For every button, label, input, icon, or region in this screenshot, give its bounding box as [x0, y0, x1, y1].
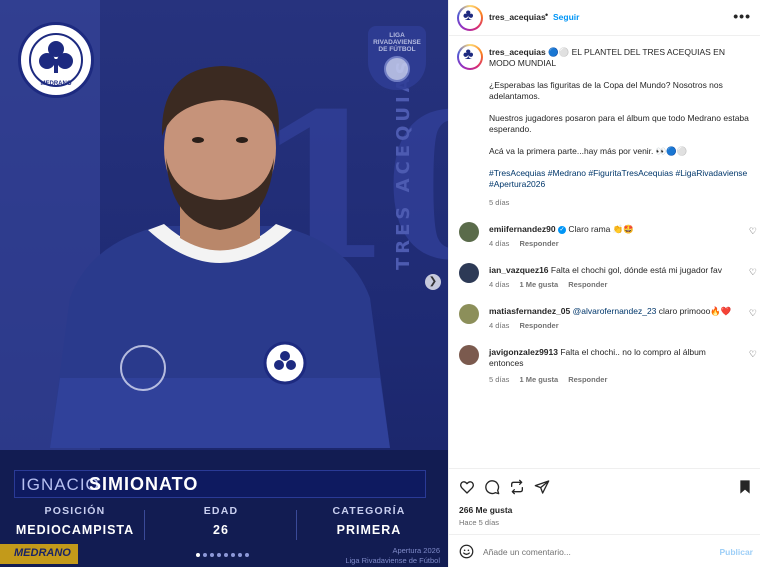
caption-paragraph: Acá va la primera parte...hay más por ve…: [489, 146, 688, 156]
season-league: Liga Rivadaviense de Fútbol: [345, 556, 440, 565]
club-avatar-icon: [459, 46, 481, 68]
player-photo: [50, 66, 390, 448]
verified-badge-icon: ✓: [558, 225, 566, 234]
commenter-username[interactable]: javigonzalez9913: [489, 347, 558, 357]
reply-button[interactable]: Responder: [568, 280, 607, 289]
header-separator: •: [545, 10, 549, 20]
comment-meta: 4 días 1 Me gusta Responder: [489, 280, 607, 289]
caption-paragraph: ¿Esperabas las figuritas de la Copa del …: [489, 80, 723, 101]
repost-icon[interactable]: [509, 479, 525, 495]
player-first-name: IGNACIO: [21, 475, 100, 494]
comment-item: ian_vazquez16 Falta el chochi gol, dónde…: [459, 263, 759, 295]
comment-text-block: ian_vazquez16 Falta el chochi gol, dónde…: [489, 265, 739, 276]
like-icon[interactable]: [459, 479, 475, 495]
stat-value-position: MEDIOCAMPISTA: [15, 523, 135, 537]
carousel-dot: [245, 553, 249, 557]
comment-like-icon[interactable]: ♡: [749, 267, 757, 278]
comment-text-block: matiasfernandez_05 @alvarofernandez_23 c…: [489, 306, 739, 317]
post-header: tres_acequias • Seguir •••: [449, 0, 760, 36]
comment-text: Claro rama 👏🤩: [568, 224, 634, 234]
commenter-avatar[interactable]: [459, 222, 479, 242]
emoji-icon[interactable]: [459, 544, 474, 559]
stat-label-age: EDAD: [203, 505, 239, 517]
add-comment-bar: Publicar: [449, 534, 760, 567]
comment-mention[interactable]: @alvarofernandez_23: [573, 306, 657, 316]
carousel-dot: [238, 553, 242, 557]
caption-avatar[interactable]: [457, 44, 483, 70]
carousel-dot: [196, 553, 200, 557]
carousel-dot: [203, 553, 207, 557]
comment-like-icon[interactable]: ♡: [749, 308, 757, 319]
carousel-indicator: [196, 553, 249, 557]
post-sidebar: tres_acequias • Seguir ••• tres_acequias…: [448, 0, 760, 567]
post-caption: tres_acequias 🔵⚪ EL PLANTEL DEL TRES ACE…: [489, 47, 751, 194]
comment-likes-count[interactable]: 1 Me gusta: [519, 375, 558, 384]
comment-like-icon[interactable]: ♡: [749, 226, 757, 237]
stat-label-position: POSICIÓN: [44, 505, 106, 517]
comment-meta: 5 días 1 Me gusta Responder: [489, 375, 607, 384]
carousel-dot: [210, 553, 214, 557]
comment-likes-count[interactable]: 1 Me gusta: [519, 280, 558, 289]
share-icon[interactable]: [534, 479, 550, 495]
comment-item: emiifernandez90 ✓ Claro rama 👏🤩 4 días Re…: [459, 222, 759, 254]
comment-text: Falta el chochi gol, dónde está mi jugad…: [550, 265, 722, 275]
comment-input[interactable]: [483, 543, 713, 560]
season-title: Apertura 2026: [392, 546, 440, 555]
caption-paragraph: Nuestros jugadores posaron para el álbum…: [489, 113, 749, 134]
comment-age: 4 días: [489, 239, 510, 248]
carousel-dot: [217, 553, 221, 557]
commenter-avatar[interactable]: [459, 304, 479, 324]
commenter-username[interactable]: matiasfernandez_05: [489, 306, 570, 316]
stat-divider: [144, 510, 145, 540]
comment-age: 5 días: [489, 375, 510, 384]
carousel-dot: [224, 553, 228, 557]
carousel-dot: [231, 553, 235, 557]
caption-username[interactable]: tres_acequias: [489, 47, 546, 57]
next-image-button[interactable]: ❯: [425, 274, 441, 290]
stat-value-category: PRIMERA: [336, 523, 402, 537]
season-info: Apertura 2026 Liga Rivadaviense de Fútbo…: [345, 546, 440, 566]
post-media[interactable]: 10 TRES ACEQUIAS MEDRANO Liga Rivadavien…: [0, 0, 448, 567]
comment-item: javigonzalez9913 Falta el chochi.. no lo…: [459, 345, 759, 387]
commenter-avatar[interactable]: [459, 263, 479, 283]
comment-like-icon[interactable]: ♡: [749, 349, 757, 360]
commenter-username[interactable]: ian_vazquez16: [489, 265, 549, 275]
club-avatar-icon: [459, 7, 481, 29]
author-avatar[interactable]: [457, 5, 483, 31]
publish-button[interactable]: Publicar: [719, 547, 753, 557]
caption-hashtags[interactable]: #TresAcequias #Medrano #FiguritaTresAceq…: [489, 168, 751, 190]
reply-button[interactable]: Responder: [568, 375, 607, 384]
comment-meta: 4 días Responder: [489, 321, 559, 330]
comment-icon[interactable]: [484, 479, 500, 495]
author-username[interactable]: tres_acequias: [489, 12, 546, 22]
comment-age: 4 días: [489, 321, 510, 330]
follow-button[interactable]: Seguir: [553, 12, 579, 22]
reply-button[interactable]: Responder: [519, 321, 558, 330]
commenter-avatar[interactable]: [459, 345, 479, 365]
reply-button[interactable]: Responder: [519, 239, 558, 248]
stat-value-age: 26: [213, 523, 229, 537]
player-last-name: SIMIONATO: [89, 474, 199, 494]
more-options-icon[interactable]: •••: [733, 8, 751, 24]
sponsor-logo: MEDRANO: [0, 544, 78, 564]
player-name-bar: IGNACIO SIMIONATO: [14, 470, 426, 498]
post-actions: 266 Me gusta Hace 5 días: [449, 468, 760, 534]
stat-label-category: CATEGORÍA: [332, 505, 406, 517]
likes-count[interactable]: 266 Me gusta: [459, 505, 512, 515]
comment-text-block: javigonzalez9913 Falta el chochi.. no lo…: [489, 347, 739, 369]
comment-text: claro primooo🔥❤️: [658, 306, 732, 316]
caption-age: 5 días: [489, 198, 510, 207]
comment-item: matiasfernandez_05 @alvarofernandez_23 c…: [459, 304, 759, 336]
sponsor-name: MEDRANO: [14, 547, 71, 559]
save-bookmark-icon[interactable]: [737, 479, 753, 495]
comment-age: 4 días: [489, 280, 510, 289]
stat-divider: [296, 510, 297, 540]
commenter-username[interactable]: emiifernandez90: [489, 224, 556, 234]
post-date: Hace 5 días: [459, 518, 500, 527]
comment-meta: 4 días Responder: [489, 239, 559, 248]
comment-text-block: emiifernandez90 ✓ Claro rama 👏🤩: [489, 224, 739, 235]
